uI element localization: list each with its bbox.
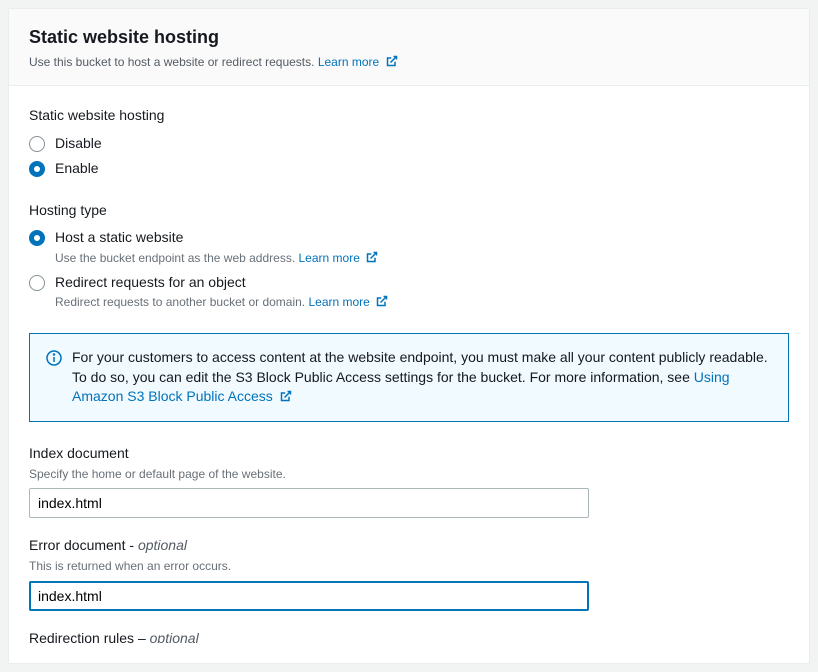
radio-icon [29, 275, 45, 291]
panel-title: Static website hosting [29, 25, 789, 50]
static-website-hosting-panel: Static website hosting Use this bucket t… [8, 8, 810, 664]
external-link-icon [280, 390, 292, 402]
index-document-label: Index document [29, 444, 789, 464]
panel-subtitle: Use this bucket to host a website or red… [29, 54, 789, 71]
external-link-icon [376, 295, 388, 307]
error-document-input[interactable] [29, 581, 589, 611]
index-document-field: Index document Specify the home or defau… [29, 444, 789, 518]
radio-host-static-website[interactable]: Host a static website Use the bucket end… [29, 228, 789, 266]
index-document-input[interactable] [29, 488, 589, 518]
error-document-field: Error document - optional This is return… [29, 536, 789, 610]
host-static-learn-more-link[interactable]: Learn more [299, 251, 379, 265]
radio-icon [29, 230, 45, 246]
radio-icon [29, 136, 45, 152]
redirection-rules-label: Redirection rules – optional [29, 629, 789, 643]
radio-redirect-desc: Redirect requests to another bucket or d… [55, 294, 789, 311]
hosting-type-group: Hosting type Host a static website Use t… [29, 201, 789, 311]
error-document-label: Error document - optional [29, 536, 789, 556]
redirect-learn-more-link[interactable]: Learn more [308, 295, 388, 309]
external-link-icon [366, 251, 378, 263]
radio-enable[interactable]: Enable [29, 159, 789, 179]
external-link-icon [386, 55, 398, 67]
hosting-toggle-label: Static website hosting [29, 106, 789, 126]
error-document-desc: This is returned when an error occurs. [29, 558, 789, 575]
radio-disable[interactable]: Disable [29, 134, 789, 154]
radio-redirect-requests[interactable]: Redirect requests for an object Redirect… [29, 273, 789, 311]
panel-header: Static website hosting Use this bucket t… [9, 9, 809, 86]
header-learn-more-link[interactable]: Learn more [318, 55, 398, 69]
hosting-type-label: Hosting type [29, 201, 789, 221]
info-box-public-access: For your customers to access content at … [29, 333, 789, 422]
index-document-desc: Specify the home or default page of the … [29, 466, 789, 483]
radio-host-static-desc: Use the bucket endpoint as the web addre… [55, 250, 789, 267]
info-text: For your customers to access content at … [72, 348, 772, 407]
hosting-toggle-group: Static website hosting Disable Enable [29, 106, 789, 179]
radio-icon [29, 161, 45, 177]
info-icon [46, 350, 62, 366]
redirection-rules-field: Redirection rules – optional [29, 629, 789, 643]
panel-body: Static website hosting Disable Enable Ho… [9, 86, 809, 663]
